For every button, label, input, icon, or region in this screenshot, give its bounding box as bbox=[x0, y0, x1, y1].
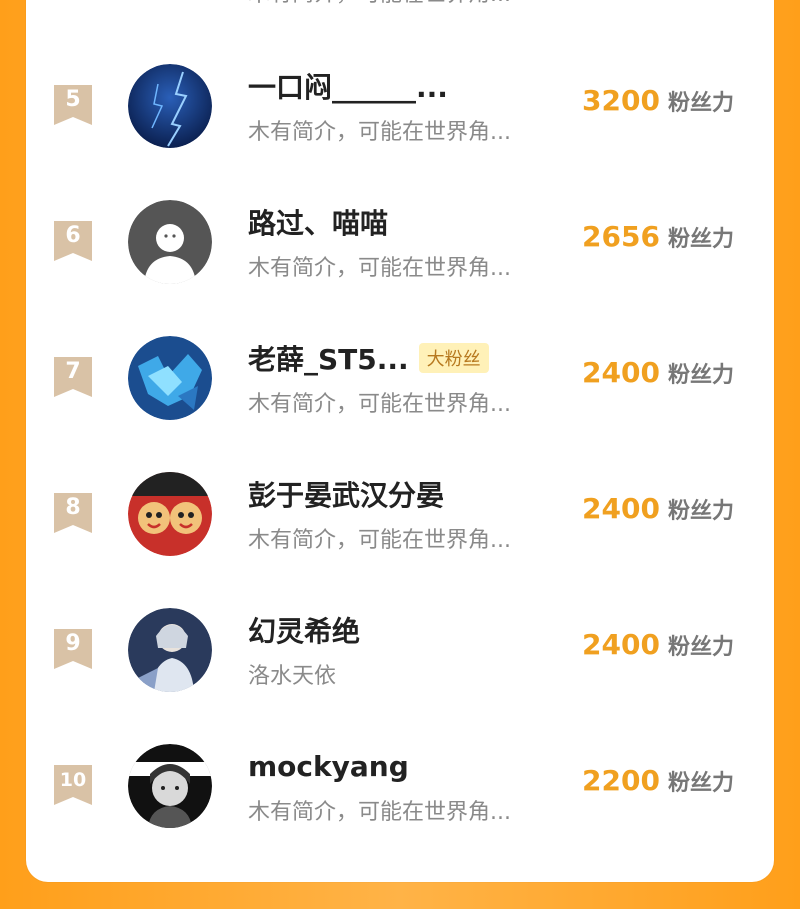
user-name[interactable]: mockyang bbox=[248, 750, 409, 783]
avatar[interactable] bbox=[128, 64, 212, 148]
rank-number: 7 bbox=[65, 359, 81, 384]
avatar[interactable] bbox=[128, 472, 212, 556]
rank-number: 5 bbox=[65, 87, 81, 112]
fan-power-score: 2200 bbox=[582, 764, 660, 797]
avatar[interactable] bbox=[128, 608, 212, 692]
user-name[interactable]: 老薛_ST5... bbox=[248, 338, 409, 378]
list-item[interactable]: 10 mockyang 木有简介，可能在世界角... 2200 粉丝力 bbox=[26, 718, 774, 854]
list-item[interactable]: 9 幻灵希绝 洛水天依 2400 粉丝力 bbox=[26, 582, 774, 718]
user-intro: 木有简介，可能在世界角... bbox=[248, 120, 511, 145]
rank-tag: 9 bbox=[54, 629, 92, 669]
user-intro: 洛水天依 bbox=[248, 664, 337, 689]
user-intro: 木有简介，可能在世界角... bbox=[248, 0, 511, 8]
list-item[interactable]: 8 彭于晏武汉分晏 木有简介，可能在世界角... 2400 粉丝力 bbox=[26, 446, 774, 582]
fan-power-label: 粉丝力 bbox=[667, 91, 734, 116]
avatar[interactable] bbox=[128, 336, 212, 420]
fan-power-label: 粉丝力 bbox=[667, 771, 734, 796]
fan-power-label: 粉丝力 bbox=[667, 363, 734, 388]
user-intro: 木有简介，可能在世界角... bbox=[248, 800, 511, 825]
fan-power-score: 2400 bbox=[582, 492, 660, 525]
big-fan-badge: 大粉丝 bbox=[418, 343, 489, 373]
fan-power-score: 3200 bbox=[582, 84, 660, 117]
rank-number: 9 bbox=[65, 631, 81, 656]
user-intro: 木有简介，可能在世界角... bbox=[248, 392, 511, 417]
rank-tag: 6 bbox=[54, 221, 92, 261]
partial-list-item[interactable]: 木有简介，可能在世界角... bbox=[26, 0, 774, 8]
avatar[interactable] bbox=[128, 744, 212, 828]
avatar[interactable] bbox=[128, 200, 212, 284]
user-name[interactable]: 路过、喵喵 bbox=[248, 202, 388, 242]
rank-tag: 5 bbox=[54, 85, 92, 125]
user-name[interactable]: 幻灵希绝 bbox=[248, 610, 360, 650]
fan-power-score: 2400 bbox=[582, 628, 660, 661]
rank-number: 8 bbox=[65, 495, 81, 520]
fan-power-label: 粉丝力 bbox=[667, 227, 734, 252]
user-name[interactable]: 一口闷______... bbox=[248, 66, 448, 106]
rank-number: 6 bbox=[65, 223, 81, 248]
list-item[interactable]: 7 老薛_ST5... 大粉丝 木有简介，可能在世界角... 2400 粉丝力 bbox=[26, 310, 774, 446]
rank-tag: 7 bbox=[54, 357, 92, 397]
user-intro: 木有简介，可能在世界角... bbox=[248, 528, 511, 553]
user-intro: 木有简介，可能在世界角... bbox=[248, 256, 511, 281]
fan-power-label: 粉丝力 bbox=[667, 499, 734, 524]
avatar[interactable] bbox=[128, 0, 212, 4]
list-item[interactable]: 6 路过、喵喵 木有简介，可能在世界角... 2656 粉丝力 bbox=[26, 174, 774, 310]
rank-number: 10 bbox=[59, 769, 87, 791]
rank-tag: 10 bbox=[54, 765, 92, 805]
fan-power-label: 粉丝力 bbox=[667, 635, 734, 660]
fan-power-score: 2400 bbox=[582, 356, 660, 389]
rank-tag: 8 bbox=[54, 493, 92, 533]
user-name[interactable]: 彭于晏武汉分晏 bbox=[248, 474, 444, 514]
fan-power-score: 2656 bbox=[582, 220, 660, 253]
list-item[interactable]: 5 一口闷______... 木有简介，可能在世界角... 3200 粉丝力 bbox=[26, 38, 774, 174]
